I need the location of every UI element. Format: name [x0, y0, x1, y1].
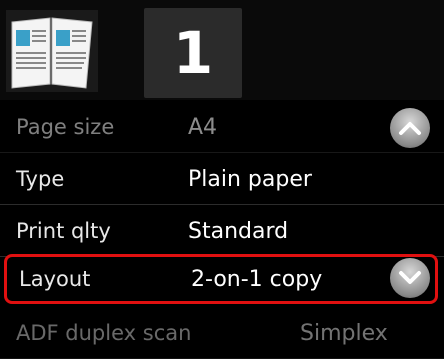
setting-row-print-quality[interactable]: Print qlty Standard	[0, 206, 444, 257]
scroll-up-button[interactable]	[390, 108, 430, 148]
print-quality-label: Print qlty	[16, 219, 111, 243]
page-size-label: Page size	[16, 115, 115, 139]
adf-duplex-label: ADF duplex scan	[16, 321, 192, 345]
setting-row-page-size[interactable]: Page size A4	[0, 102, 444, 153]
layout-value: 2-on-1 copy	[191, 266, 323, 292]
setting-row-layout[interactable]: Layout 2-on-1 copy	[4, 254, 438, 304]
two-on-one-copy-thumbnail-icon	[6, 10, 98, 92]
copy-count-display[interactable]: 1	[144, 8, 242, 98]
layout-label: Layout	[19, 267, 91, 291]
copy-count-value: 1	[172, 19, 214, 87]
chevron-up-icon	[399, 122, 421, 135]
adf-duplex-value: Simplex	[300, 320, 388, 346]
setting-row-adf-duplex-scan[interactable]: ADF duplex scan Simplex	[0, 308, 444, 359]
page-size-value: A4	[188, 114, 218, 140]
setting-row-type[interactable]: Type Plain paper	[0, 154, 444, 205]
scroll-down-button[interactable]	[390, 258, 430, 298]
top-bar: 1	[0, 0, 444, 100]
print-quality-value: Standard	[188, 218, 289, 244]
type-value: Plain paper	[188, 166, 312, 192]
type-label: Type	[16, 167, 65, 191]
chevron-down-icon	[399, 271, 421, 284]
